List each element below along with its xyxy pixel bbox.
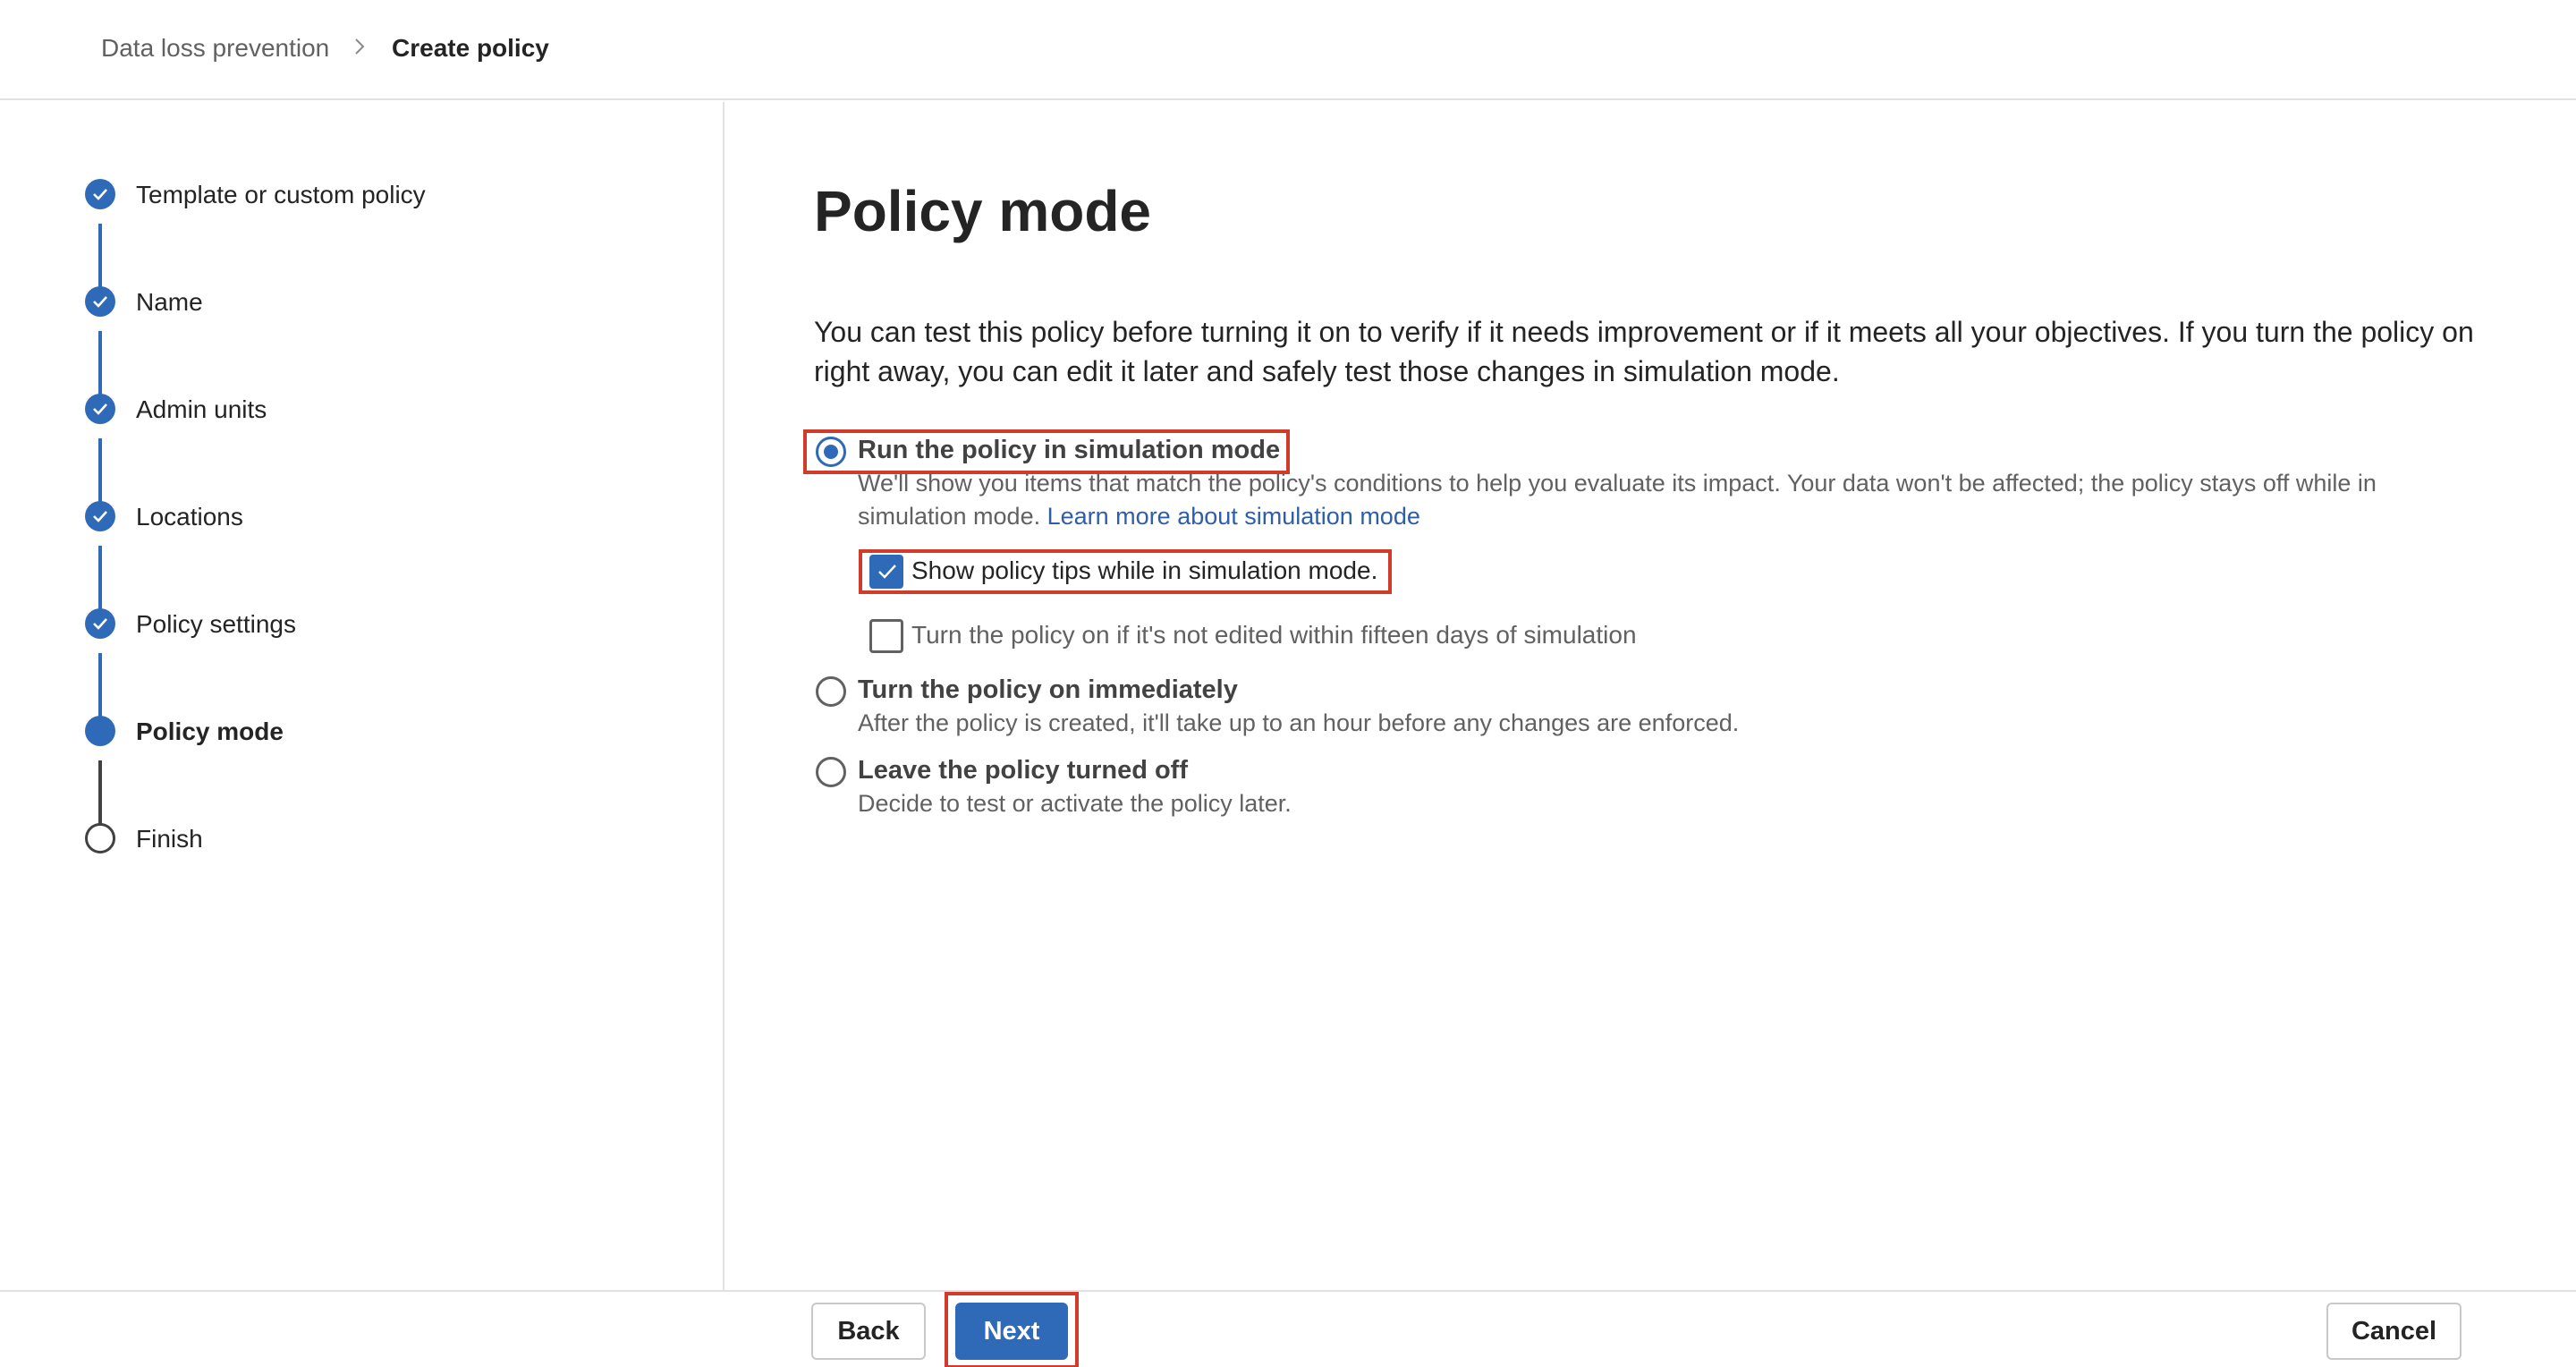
page-title: Policy mode [814, 179, 1151, 243]
checkbox-label: Show policy tips while in simulation mod… [911, 556, 1378, 584]
checkmark-icon [85, 394, 115, 424]
page-header: Data loss prevention Create policy [0, 0, 2576, 100]
breadcrumb-create-policy: Create policy [392, 34, 549, 62]
checkbox-label: Turn the policy on if it's not edited wi… [911, 621, 1637, 649]
option-title[interactable]: Turn the policy on immediately [858, 675, 1238, 705]
pending-step-circle-icon [85, 823, 115, 853]
breadcrumb-data-loss-prevention[interactable]: Data loss prevention [101, 34, 329, 63]
option-description: We'll show you items that match the poli… [858, 470, 2377, 530]
wizard-step-label: Policy settings [136, 610, 296, 638]
checkmark-icon [85, 501, 115, 531]
wizard-step-label: Admin units [136, 395, 267, 423]
wizard-step-template[interactable]: Template or custom policy [0, 179, 716, 215]
checkmark-icon [85, 179, 115, 209]
wizard-step-policy-settings[interactable]: Policy settings [0, 608, 716, 644]
show-policy-tips-checkbox[interactable] [869, 555, 903, 589]
checkmark-icon [85, 286, 115, 317]
intro-text: You can test this policy before turning … [814, 316, 2474, 387]
wizard-step-label: Name [136, 288, 203, 316]
wizard-step-name[interactable]: Name [0, 286, 716, 322]
wizard-footer: Back Next Cancel [0, 1290, 2576, 1367]
simulation-mode-radio[interactable] [816, 437, 846, 467]
leave-turned-off-radio[interactable] [816, 757, 846, 787]
option-description: After the policy is created, it'll take … [858, 709, 1740, 736]
wizard-step-policy-mode[interactable]: Policy mode [0, 716, 716, 751]
wizard-step-nav: Template or custom policy Name Admin uni… [0, 102, 724, 1290]
checkmark-icon [85, 608, 115, 639]
option-title[interactable]: Leave the policy turned off [858, 756, 1188, 785]
current-step-dot-icon [85, 716, 115, 746]
wizard-step-label: Locations [136, 503, 243, 531]
wizard-step-finish[interactable]: Finish [0, 823, 716, 859]
option-title[interactable]: Run the policy in simulation mode [858, 436, 1280, 465]
chevron-right-icon [355, 38, 365, 55]
option-description: Decide to test or activate the policy la… [858, 790, 1292, 817]
wizard-step-locations[interactable]: Locations [0, 501, 716, 537]
checkmark-icon [878, 565, 896, 579]
turn-on-immediately-radio[interactable] [816, 676, 846, 707]
back-button[interactable]: Back [811, 1303, 926, 1360]
wizard-step-label: Finish [136, 825, 203, 853]
wizard-step-label: Policy mode [136, 717, 284, 745]
auto-turn-on-checkbox[interactable] [869, 619, 903, 653]
next-button[interactable]: Next [955, 1303, 1068, 1360]
cancel-button[interactable]: Cancel [2326, 1303, 2462, 1360]
wizard-step-label: Template or custom policy [136, 181, 426, 208]
learn-more-simulation-link[interactable]: Learn more about simulation mode [1047, 503, 1420, 530]
wizard-step-admin-units[interactable]: Admin units [0, 394, 716, 429]
